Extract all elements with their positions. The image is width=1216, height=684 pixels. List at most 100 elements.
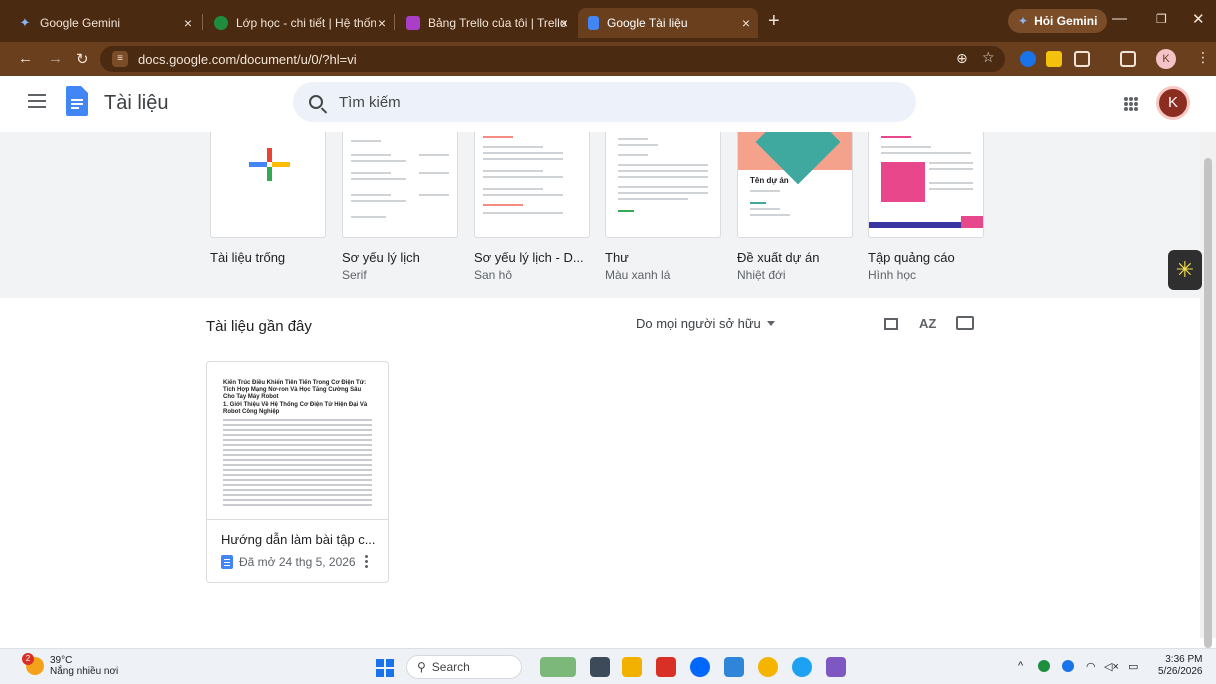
template-thumbnail[interactable]	[342, 132, 458, 238]
template-blank[interactable]: Tài liệu trống	[210, 132, 326, 265]
folder-picker-icon[interactable]	[956, 316, 974, 330]
template-name: Sơ yếu lý lịch - D...	[474, 250, 584, 265]
template-name: Đề xuất dự án	[737, 250, 820, 265]
recent-docs-title: Tài liệu gần đây	[206, 318, 312, 335]
template-style: San hô	[474, 268, 513, 282]
volume-icon[interactable]: ◁×	[1104, 660, 1119, 673]
wifi-icon[interactable]: ◠	[1086, 660, 1096, 673]
weather-widget[interactable]: 2 39°C Nắng nhiều nơi	[22, 653, 119, 677]
account-avatar[interactable]: K	[1156, 86, 1190, 120]
gemini-icon: ✦	[1018, 14, 1029, 28]
template-project-proposal[interactable]: Tên dự án Đề xuất dự án Nhiệt đới	[737, 132, 853, 282]
document-title[interactable]: Hướng dẫn làm bài tập c...	[221, 532, 376, 547]
chrome-icon[interactable]	[758, 657, 778, 677]
task-view-icon[interactable]	[590, 657, 610, 677]
chevron-down-icon	[766, 321, 775, 326]
url-text: docs.google.com/document/u/0/?hl=vi	[138, 51, 357, 67]
template-thumbnail[interactable]: Tên dự án	[737, 132, 853, 238]
brochure-footer-accent	[961, 216, 983, 228]
tab-classroom[interactable]: Lớp học - chi tiết | Hệ thống đà ×	[204, 8, 394, 38]
template-letter[interactable]: Thư Màu xanh lá	[605, 132, 721, 282]
forward-icon[interactable]: →	[48, 50, 63, 67]
classroom-icon	[214, 16, 228, 30]
edge-icon[interactable]	[792, 657, 812, 677]
back-icon[interactable]: ←	[18, 50, 33, 67]
main-menu-icon[interactable]	[28, 94, 46, 112]
address-bar[interactable]: ≡ docs.google.com/document/u/0/?hl=vi	[100, 46, 1005, 72]
zoom-icon[interactable]: ⊕	[956, 50, 968, 67]
reading-list-icon[interactable]	[1120, 51, 1136, 67]
side-panel-extension-icon[interactable]: ✳	[1168, 250, 1202, 290]
template-resume-serif[interactable]: Sơ yếu lý lịch Serif	[342, 132, 458, 282]
tray-app-icon[interactable]	[1062, 660, 1074, 672]
close-icon[interactable]: ×	[184, 15, 192, 31]
docs-header: Tài liệu Tìm kiếm K	[0, 76, 1200, 132]
close-icon[interactable]: ×	[378, 15, 386, 31]
tray-app-icon[interactable]	[1038, 660, 1050, 672]
preview-heading: Kiến Trúc Điều Khiển Tiên Tiến Trong Cơ …	[223, 380, 367, 400]
show-hidden-icons[interactable]: ^	[1018, 660, 1023, 672]
wps-office-icon[interactable]	[656, 657, 676, 677]
minimize-icon[interactable]: —	[1112, 10, 1127, 27]
template-style: Serif	[342, 268, 367, 282]
weather-description: Nắng nhiều nơi	[50, 666, 119, 677]
docs-logo-icon[interactable]	[66, 86, 88, 116]
bookmark-star-icon[interactable]: ☆	[982, 49, 995, 66]
temperature: 39°C	[50, 655, 73, 666]
close-window-icon[interactable]: ✕	[1192, 10, 1205, 28]
tab-gemini[interactable]: ✦ Google Gemini ×	[8, 8, 200, 38]
windows-start-icon[interactable]	[376, 659, 394, 677]
last-opened: Đã mở 24 thg 5, 2026	[239, 555, 356, 569]
chrome-canary-icon[interactable]	[826, 657, 846, 677]
vscode-icon[interactable]	[724, 657, 744, 677]
template-thumbnail[interactable]	[605, 132, 721, 238]
search-input[interactable]: Tìm kiếm	[293, 82, 916, 122]
extension-icon[interactable]	[1046, 51, 1062, 67]
tab-google-docs[interactable]: Google Tài liệu ×	[578, 8, 758, 38]
taskbar-search-label: Search	[431, 660, 470, 674]
ask-gemini-button[interactable]: ✦ Hỏi Gemini	[1008, 9, 1108, 33]
file-explorer-icon[interactable]	[622, 657, 642, 677]
zalo-icon[interactable]	[690, 657, 710, 677]
taskbar-search[interactable]: ⚲ Search	[406, 655, 522, 679]
extension-icon[interactable]	[1020, 51, 1036, 67]
google-apps-icon[interactable]	[1124, 97, 1138, 111]
template-name: Sơ yếu lý lịch	[342, 250, 420, 265]
site-info-icon[interactable]: ≡	[112, 51, 128, 67]
new-tab-button[interactable]: +	[768, 10, 780, 33]
windows-taskbar: 2 39°C Nắng nhiều nơi ⚲ Search ^ ◠ ◁× ▭ …	[0, 648, 1216, 684]
template-thumbnail[interactable]	[868, 132, 984, 238]
tab-title: Bảng Trello của tôi | Trello	[428, 16, 566, 30]
template-thumbnail[interactable]	[474, 132, 590, 238]
browser-profile-avatar[interactable]: K	[1156, 49, 1176, 69]
system-clock[interactable]: 3:36 PM 5/26/2026	[1158, 654, 1203, 678]
list-view-icon[interactable]	[884, 318, 898, 330]
reload-icon[interactable]: ↻	[76, 50, 89, 68]
template-thumbnail[interactable]	[210, 132, 326, 238]
template-resume-coral[interactable]: Sơ yếu lý lịch - D... San hô	[474, 132, 590, 282]
widgets-icon[interactable]	[540, 657, 576, 677]
template-brochure[interactable]: Tập quảng cáo Hình học	[868, 132, 984, 282]
clock-time: 3:36 PM	[1165, 654, 1203, 665]
weather-sun-icon: 2	[22, 653, 44, 675]
document-card[interactable]: Kiến Trúc Điều Khiển Tiên Tiến Trong Cơ …	[206, 361, 389, 583]
battery-icon[interactable]: ▭	[1128, 660, 1138, 673]
restore-icon[interactable]: ❐	[1156, 12, 1167, 26]
document-preview[interactable]: Kiến Trúc Điều Khiển Tiên Tiến Trong Cơ …	[207, 362, 388, 520]
close-icon[interactable]: ×	[742, 15, 750, 31]
close-icon[interactable]: ×	[560, 15, 568, 31]
more-options-icon[interactable]	[365, 555, 369, 570]
ask-gemini-label: Hỏi Gemini	[1034, 14, 1098, 28]
plus-icon-part	[249, 162, 267, 167]
sort-az-icon[interactable]: AZ	[919, 316, 936, 331]
owner-filter-dropdown[interactable]: Do mọi người sở hữu	[636, 316, 775, 331]
plus-icon-part	[272, 162, 290, 167]
docs-icon	[221, 555, 233, 569]
browser-menu-icon[interactable]: ⋮	[1196, 49, 1210, 66]
browser-toolbar: ← → ↻ ≡ docs.google.com/document/u/0/?hl…	[0, 42, 1216, 76]
extensions-puzzle-icon[interactable]	[1074, 51, 1090, 67]
scrollbar-thumb[interactable]	[1204, 158, 1212, 648]
tab-trello[interactable]: Bảng Trello của tôi | Trello ×	[396, 8, 576, 38]
search-placeholder: Tìm kiếm	[339, 93, 401, 111]
app-title[interactable]: Tài liệu	[104, 92, 168, 115]
